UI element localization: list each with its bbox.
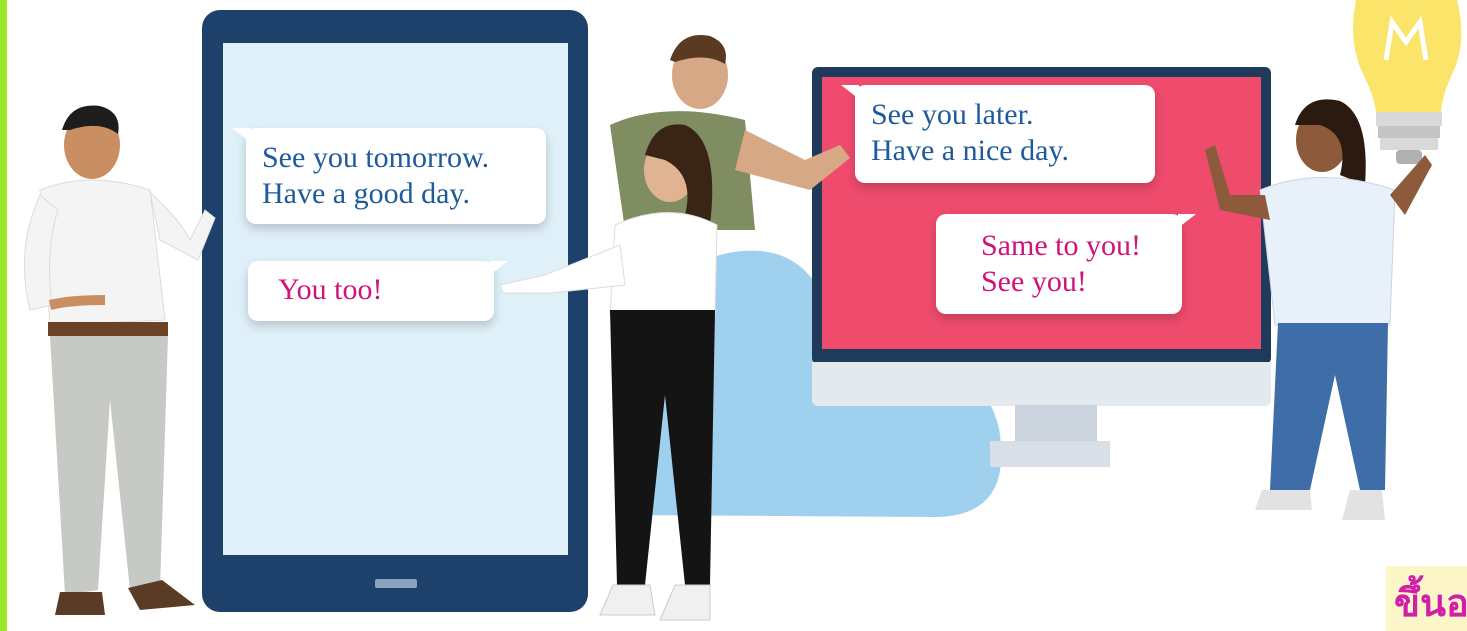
next-label[interactable]: ขึ้นอ <box>1386 566 1467 631</box>
message-line: Have a good day. <box>262 177 470 210</box>
message-line: You too! <box>278 273 383 306</box>
bubble-tail <box>490 261 508 275</box>
next-label-text: ขึ้นอ <box>1394 581 1467 625</box>
person-woman-right <box>1205 99 1432 520</box>
monitor-base <box>990 441 1110 467</box>
bubble-tail <box>1178 214 1196 228</box>
tablet-message-1: See you tomorrow. Have a good day. <box>232 128 546 224</box>
bubble-tail <box>841 85 859 99</box>
tablet-home-button <box>375 579 417 588</box>
message-line: Have a nice day. <box>871 134 1069 167</box>
message-line: See you! <box>981 265 1087 298</box>
monitor-message-2: Same to you! See you! <box>936 214 1196 314</box>
message-line: See you later. <box>871 98 1034 131</box>
monitor-message-1: See you later. Have a nice day. <box>841 85 1155 183</box>
tablet-message-2: You too! <box>248 261 508 321</box>
message-line: Same to you! <box>981 229 1141 262</box>
message-line: See you tomorrow. <box>262 141 490 174</box>
person-man-left <box>23 105 216 615</box>
bubble-tail <box>232 128 250 142</box>
monitor-stand <box>1015 405 1097 443</box>
left-accent-bar <box>0 0 7 631</box>
